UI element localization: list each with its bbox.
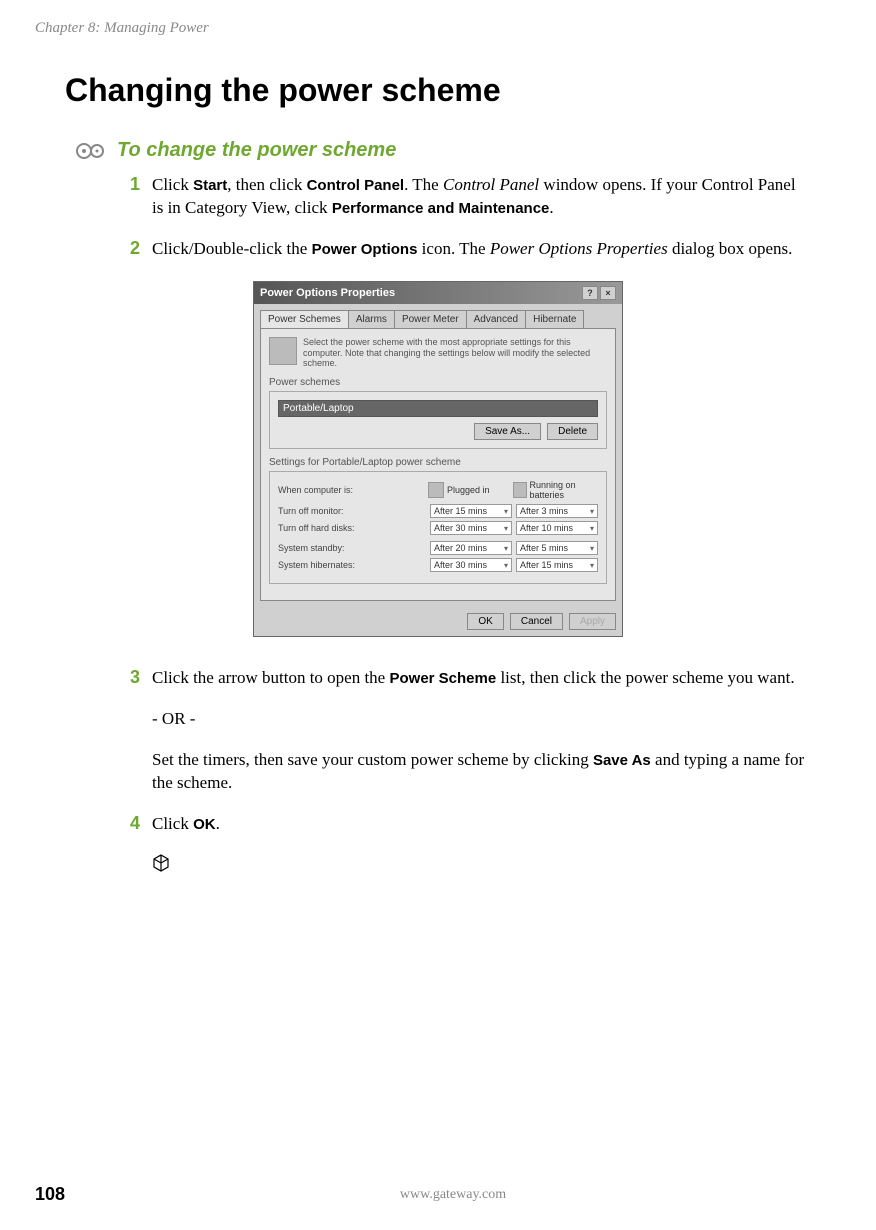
standby-battery-select[interactable]: After 5 mins▾ xyxy=(516,541,598,555)
tab-power-meter[interactable]: Power Meter xyxy=(394,310,467,328)
step-text: Click the arrow button to open the Power… xyxy=(152,667,795,690)
apply-button[interactable]: Apply xyxy=(569,613,616,630)
chevron-down-icon: ▾ xyxy=(590,561,594,570)
monitor-plugged-select[interactable]: After 15 mins▾ xyxy=(430,504,512,518)
task-header: To change the power scheme xyxy=(75,139,841,162)
step-1: 1 Click Start, then click Control Panel.… xyxy=(130,174,811,220)
help-button[interactable]: ? xyxy=(582,286,598,300)
dialog-titlebar: Power Options Properties ? × xyxy=(254,282,622,304)
step-4: 4 Click OK. xyxy=(130,813,811,836)
page-number: 108 xyxy=(35,1184,65,1205)
disks-battery-select[interactable]: After 10 mins▾ xyxy=(516,521,598,535)
tab-hibernate[interactable]: Hibernate xyxy=(525,310,584,328)
table-row: System hibernates: After 30 mins▾ After … xyxy=(278,558,598,572)
table-row: Turn off monitor: After 15 mins▾ After 3… xyxy=(278,504,598,518)
hibernate-plugged-select[interactable]: After 30 mins▾ xyxy=(430,558,512,572)
dialog-description: Select the power scheme with the most ap… xyxy=(303,337,607,369)
chapter-header: Chapter 8: Managing Power xyxy=(35,20,841,37)
standby-plugged-select[interactable]: After 20 mins▾ xyxy=(430,541,512,555)
settings-group: When computer is: Plugged in Running on … xyxy=(269,471,607,584)
row-label: System standby: xyxy=(278,543,426,553)
row-label: System hibernates: xyxy=(278,560,426,570)
task-title: To change the power scheme xyxy=(117,139,396,162)
step-number: 2 xyxy=(130,238,152,259)
footer-url: www.gateway.com xyxy=(65,1187,841,1203)
dialog-title: Power Options Properties xyxy=(260,287,395,299)
group-label: Power schemes xyxy=(269,377,607,388)
power-schemes-group: Portable/Laptop Save As... Delete xyxy=(269,391,607,449)
chevron-down-icon: ▾ xyxy=(504,507,508,516)
row-label: Turn off hard disks: xyxy=(278,523,426,533)
battery-icon xyxy=(269,337,297,365)
step-alt-text: Set the timers, then save your custom po… xyxy=(152,749,811,795)
delete-button[interactable]: Delete xyxy=(547,423,598,440)
column-header: Plugged in xyxy=(447,485,490,495)
chevron-down-icon: ▾ xyxy=(590,507,594,516)
step-text: Click/Double-click the Power Options ico… xyxy=(152,238,792,261)
table-row: System standby: After 20 mins▾ After 5 m… xyxy=(278,541,598,555)
column-header: Running on batteries xyxy=(530,480,598,500)
chevron-down-icon: ▾ xyxy=(590,544,594,553)
or-separator: - OR - xyxy=(152,708,811,731)
tab-alarms[interactable]: Alarms xyxy=(348,310,395,328)
save-as-button[interactable]: Save As... xyxy=(474,423,541,440)
hibernate-battery-select[interactable]: After 15 mins▾ xyxy=(516,558,598,572)
power-options-dialog: Power Options Properties ? × Power Schem… xyxy=(253,281,623,637)
close-icon[interactable]: × xyxy=(600,286,616,300)
step-text: Click Start, then click Control Panel. T… xyxy=(152,174,811,220)
step-text: Click OK. xyxy=(152,813,220,836)
end-cube-icon xyxy=(152,854,841,877)
step-number: 4 xyxy=(130,813,152,834)
disks-plugged-select[interactable]: After 30 mins▾ xyxy=(430,521,512,535)
page-title: Changing the power scheme xyxy=(65,72,841,109)
chevron-down-icon: ▾ xyxy=(504,524,508,533)
table-row: Turn off hard disks: After 30 mins▾ Afte… xyxy=(278,521,598,535)
step-3: 3 Click the arrow button to open the Pow… xyxy=(130,667,811,690)
chevron-down-icon: ▾ xyxy=(504,561,508,570)
step-2: 2 Click/Double-click the Power Options i… xyxy=(130,238,811,261)
step-number: 3 xyxy=(130,667,152,688)
battery-icon xyxy=(513,482,527,498)
cancel-button[interactable]: Cancel xyxy=(510,613,563,630)
row-label: Turn off monitor: xyxy=(278,506,426,516)
plug-icon xyxy=(428,482,444,498)
chevron-down-icon: ▾ xyxy=(590,524,594,533)
step-number: 1 xyxy=(130,174,152,195)
monitor-battery-select[interactable]: After 3 mins▾ xyxy=(516,504,598,518)
scheme-select[interactable]: Portable/Laptop xyxy=(278,400,598,417)
column-label: When computer is: xyxy=(278,485,428,495)
group-label: Settings for Portable/Laptop power schem… xyxy=(269,457,607,468)
gears-icon xyxy=(75,141,107,161)
tab-power-schemes[interactable]: Power Schemes xyxy=(260,310,349,328)
tab-advanced[interactable]: Advanced xyxy=(466,310,526,328)
chevron-down-icon: ▾ xyxy=(504,544,508,553)
ok-button[interactable]: OK xyxy=(467,613,503,630)
